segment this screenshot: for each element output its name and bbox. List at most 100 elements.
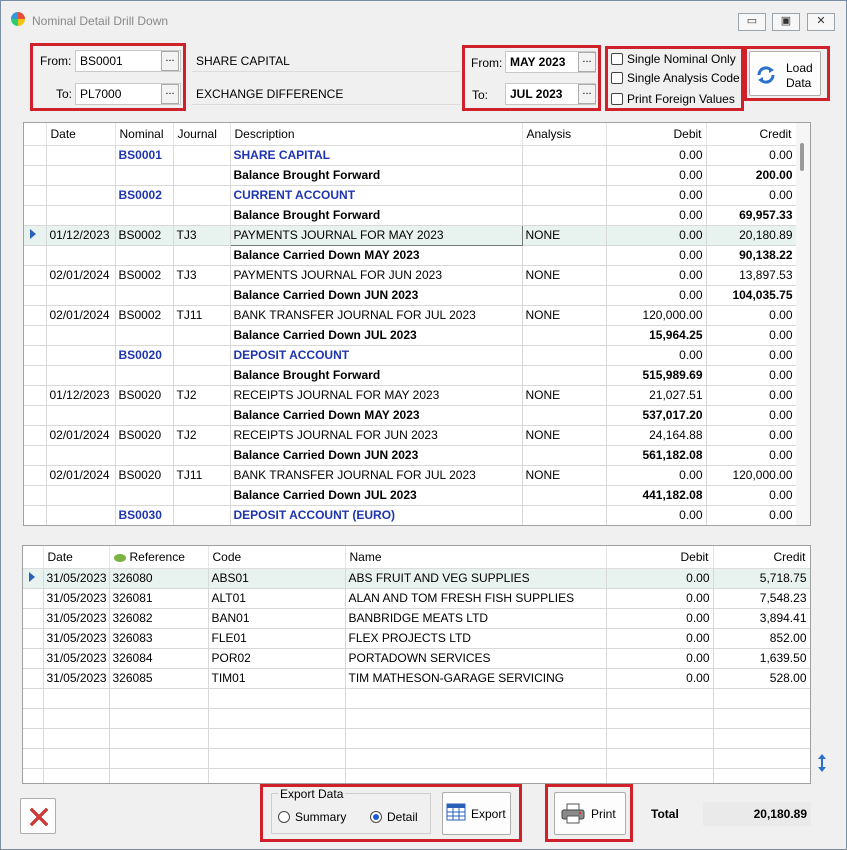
cell-credit[interactable]: 104,035.75 (706, 285, 797, 306)
table-row[interactable]: 01/12/2023 BS0002 TJ3 PAYMENTS JOURNAL FOR … (24, 224, 797, 246)
cell-description[interactable]: BANK TRANSFER JOURNAL FOR JUL 2023 (230, 465, 523, 486)
cell-debit[interactable]: 21,027.51 (606, 385, 707, 406)
table-row[interactable]: Balance Brought Forward 0.00 200.00 (24, 165, 797, 186)
cell-credit[interactable]: 0.00 (706, 365, 797, 386)
cell-code[interactable]: ALT01 (208, 588, 346, 609)
top-grid-scroll-thumb[interactable] (800, 143, 804, 171)
cell-analysis[interactable] (522, 145, 607, 166)
cell-nominal[interactable] (115, 245, 174, 266)
cell-nominal[interactable] (115, 285, 174, 306)
from-nominal-lookup-button[interactable]: ... (161, 51, 179, 71)
cell-analysis[interactable]: NONE (522, 425, 607, 446)
cell-date[interactable]: 31/05/2023 (43, 628, 110, 649)
column-header-nominal[interactable]: Nominal (115, 123, 174, 146)
cell-nominal[interactable] (115, 405, 174, 426)
cell-credit[interactable]: 0.00 (706, 505, 797, 525)
cell-credit[interactable]: 20,180.89 (706, 225, 797, 246)
cell-nominal[interactable]: BS0002 (115, 305, 174, 326)
cell-description[interactable]: Balance Brought Forward (230, 365, 523, 386)
cell-credit[interactable]: 0.00 (706, 345, 797, 366)
cell-credit[interactable]: 0.00 (706, 445, 797, 466)
cell-name[interactable]: ALAN AND TOM FRESH FISH SUPPLIES (345, 588, 607, 609)
export-summary-radio[interactable]: Summary (278, 810, 346, 824)
cell-description[interactable]: Balance Carried Down JUL 2023 (230, 325, 523, 346)
table-row[interactable]: 31/05/2023 326083 FLE01 FLEX PROJECTS LTD 0.… (23, 628, 810, 649)
cell-credit[interactable]: 0.00 (706, 145, 797, 166)
print-foreign-checkbox[interactable]: Print Foreign Values (611, 92, 735, 106)
cell-description[interactable]: Balance Carried Down JUN 2023 (230, 445, 523, 466)
print-button[interactable]: Print (554, 792, 626, 835)
single-analysis-checkbox[interactable]: Single Analysis Code (611, 71, 740, 85)
cell-credit[interactable]: 1,639.50 (713, 648, 810, 669)
cell-nominal[interactable]: BS0002 (115, 185, 174, 206)
nominal-transactions-grid[interactable]: Date Nominal Journal Description Analysis Deb… (23, 122, 811, 526)
table-row[interactable]: Balance Carried Down JUL 2023 15,964.25 0.… (24, 325, 797, 346)
transaction-detail-grid[interactable]: Date Reference Code Name Debit Credit 31/05/2… (22, 545, 811, 784)
table-row[interactable]: BS0001 SHARE CAPITAL 0.00 0.00 (24, 145, 797, 166)
cell-date[interactable] (46, 205, 116, 226)
cell-debit[interactable]: 0.00 (606, 185, 707, 206)
cell-code[interactable]: BAN01 (208, 608, 346, 629)
column-header-reference[interactable]: Reference (109, 546, 209, 569)
cell-code[interactable]: POR02 (208, 648, 346, 669)
cell-nominal[interactable] (115, 365, 174, 386)
cell-date[interactable]: 02/01/2024 (46, 265, 116, 286)
to-nominal-lookup-button[interactable]: ... (161, 84, 179, 104)
cell-journal[interactable]: TJ3 (173, 265, 231, 286)
cell-debit[interactable]: 24,164.88 (606, 425, 707, 446)
cell-nominal[interactable]: BS0020 (115, 345, 174, 366)
cell-date[interactable] (46, 365, 116, 386)
cell-date[interactable]: 31/05/2023 (43, 608, 110, 629)
cell-nominal[interactable]: BS0001 (115, 145, 174, 166)
cell-journal[interactable] (173, 145, 231, 166)
table-row[interactable]: Balance Carried Down JUN 2023 0.00 104,035… (24, 285, 797, 306)
cell-analysis[interactable] (522, 345, 607, 366)
cell-debit[interactable]: 120,000.00 (606, 305, 707, 326)
cell-debit[interactable]: 0.00 (606, 505, 707, 525)
cell-description[interactable]: DEPOSIT ACCOUNT (230, 345, 523, 366)
cell-credit[interactable]: 3,894.41 (713, 608, 810, 629)
cell-credit[interactable]: 0.00 (706, 405, 797, 426)
column-header-journal[interactable]: Journal (173, 123, 231, 146)
cell-nominal[interactable]: BS0020 (115, 425, 174, 446)
cell-journal[interactable] (173, 285, 231, 306)
column-header-name[interactable]: Name (345, 546, 607, 569)
cell-analysis[interactable] (522, 165, 607, 186)
cell-credit[interactable]: 0.00 (706, 305, 797, 326)
column-header-debit[interactable]: Debit (606, 546, 714, 569)
cell-reference[interactable]: 326082 (109, 608, 209, 629)
maximize-button[interactable]: ▣ (772, 13, 800, 31)
table-row[interactable]: Balance Carried Down JUN 2023 561,182.08 0… (24, 445, 797, 466)
cell-description[interactable]: CURRENT ACCOUNT (230, 185, 523, 206)
table-row[interactable]: 02/01/2024 BS0002 TJ11 BANK TRANSFER JOURNA… (24, 305, 797, 326)
cell-date[interactable] (46, 485, 116, 506)
cell-description[interactable]: Balance Brought Forward (230, 205, 523, 226)
cell-date[interactable] (46, 325, 116, 346)
cell-journal[interactable] (173, 405, 231, 426)
cell-credit[interactable]: 528.00 (713, 668, 810, 689)
cell-name[interactable]: BANBRIDGE MEATS LTD (345, 608, 607, 629)
table-row[interactable]: 31/05/2023 326081 ALT01 ALAN AND TOM FRESH … (23, 588, 810, 609)
cell-date[interactable]: 02/01/2024 (46, 305, 116, 326)
cell-reference[interactable]: 326081 (109, 588, 209, 609)
cell-journal[interactable]: TJ2 (173, 385, 231, 406)
cell-description[interactable]: PAYMENTS JOURNAL FOR JUN 2023 (230, 265, 523, 286)
cell-journal[interactable]: TJ2 (173, 425, 231, 446)
from-period-lookup-button[interactable]: ... (578, 52, 596, 72)
cell-analysis[interactable]: NONE (522, 385, 607, 406)
cell-credit[interactable]: 90,138.22 (706, 245, 797, 266)
cell-analysis[interactable]: NONE (522, 465, 607, 486)
cell-credit[interactable]: 7,548.23 (713, 588, 810, 609)
cell-debit[interactable]: 0.00 (606, 225, 707, 246)
cell-date[interactable]: 31/05/2023 (43, 648, 110, 669)
cell-date[interactable] (46, 165, 116, 186)
load-data-button[interactable]: Load Data (749, 51, 821, 96)
cell-credit[interactable]: 0.00 (706, 185, 797, 206)
cell-analysis[interactable]: NONE (522, 305, 607, 326)
cell-debit[interactable]: 0.00 (606, 345, 707, 366)
cell-credit[interactable]: 69,957.33 (706, 205, 797, 226)
cell-debit[interactable]: 515,989.69 (606, 365, 707, 386)
cell-debit[interactable]: 0.00 (606, 465, 707, 486)
table-row[interactable]: 02/01/2024 BS0002 TJ3 PAYMENTS JOURNAL FOR … (24, 265, 797, 286)
cell-journal[interactable] (173, 485, 231, 506)
